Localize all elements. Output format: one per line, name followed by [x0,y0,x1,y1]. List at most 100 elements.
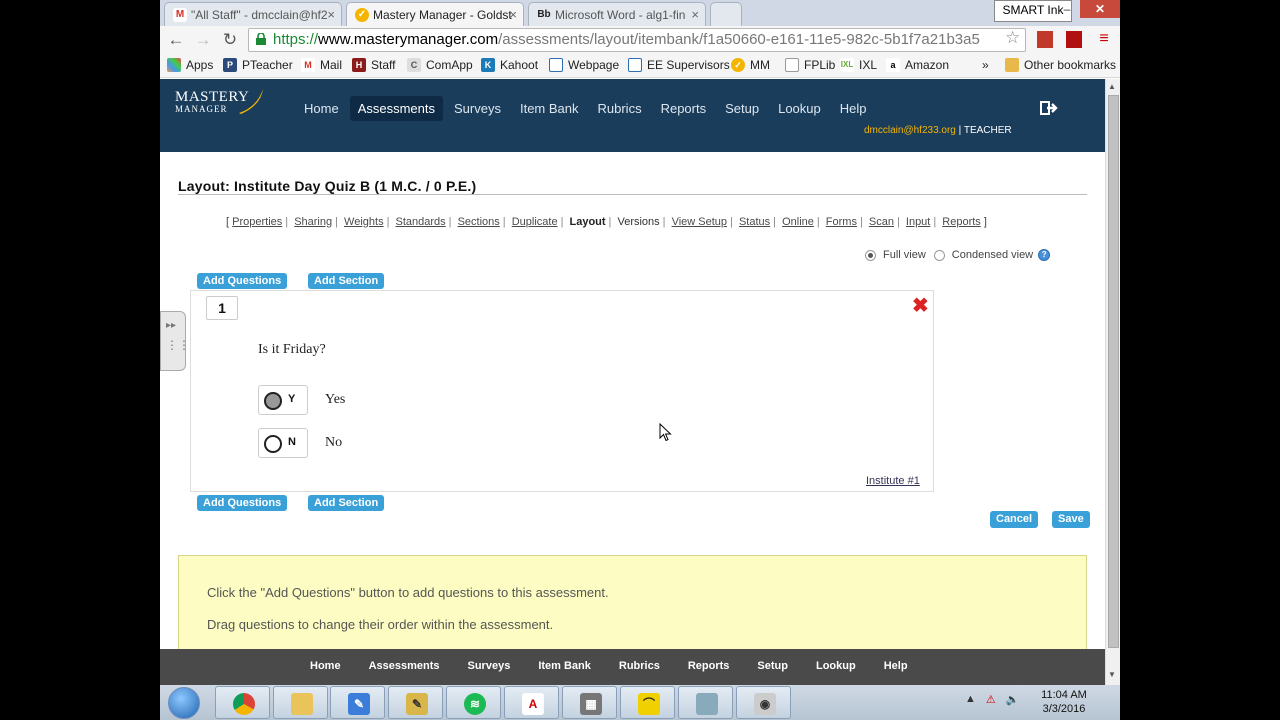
subnav-properties[interactable]: Properties [232,216,282,228]
help-icon[interactable]: ? [1038,249,1051,261]
side-panel-handle[interactable]: ▸▸ ⋮⋮ [160,311,190,371]
vertical-scrollbar[interactable]: ▲ ▼ [1105,79,1120,685]
nav-setup[interactable]: Setup [717,96,767,121]
taskbar-spotify[interactable]: ≋ [446,686,501,719]
tab-mastery-manager[interactable]: ✓ Mastery Manager - Goldst × [346,2,524,26]
bookmark-comapp[interactable]: C ComApp [407,58,473,72]
taskbar-smart[interactable]: ✎ [388,686,443,719]
network-icon[interactable]: ⚠ [986,693,996,706]
tab-all-staff[interactable]: M "All Staff" - dmcclain@hf2 × [164,2,342,26]
bookmark-ixl[interactable]: IXL IXL [840,58,877,72]
start-button[interactable] [168,687,200,719]
subnav-input[interactable]: Input [906,216,930,228]
other-bookmarks[interactable]: Other bookmarks [1005,58,1116,72]
address-bar[interactable]: https://www.masterymanager.com/assessmen… [248,28,1026,52]
taskbar-camera[interactable]: ◉ [736,686,791,719]
taskbar-acrobat[interactable]: A [504,686,559,719]
back-icon[interactable]: ← [166,30,186,50]
footer-reports[interactable]: Reports [688,660,730,672]
nav-rubrics[interactable]: Rubrics [590,96,650,121]
user-email[interactable]: dmcclain@hf233.org [864,125,956,136]
close-icon[interactable]: × [509,7,517,22]
taskbar-chrome[interactable] [215,686,270,719]
nav-assessments[interactable]: Assessments [349,96,443,121]
question-card[interactable]: 1 ✖ Is it Friday? Y Yes N No Institute #… [190,290,934,492]
reload-icon[interactable]: ↻ [220,30,240,50]
cancel-button[interactable]: Cancel [990,511,1039,528]
scroll-down-icon[interactable]: ▼ [1108,670,1116,679]
bookmark-webpage[interactable]: Webpage [549,58,619,72]
add-section-button-bottom[interactable]: Add Section [308,495,385,511]
forward-icon[interactable]: → [193,30,213,50]
choice-y[interactable]: Y [258,385,308,415]
full-view-radio[interactable] [865,249,876,261]
window-close-button[interactable]: ✕ [1080,0,1120,18]
add-questions-button-top[interactable]: Add Questions [197,273,288,289]
subnav-forms[interactable]: Forms [826,216,857,228]
bookmarks-overflow[interactable]: » [982,58,989,72]
menu-icon[interactable]: ≡ [1096,31,1112,48]
condensed-view-radio[interactable] [933,249,945,261]
scrollbar-thumb[interactable] [1108,95,1119,648]
subnav-duplicate[interactable]: Duplicate [512,216,558,228]
bookmark-ee-supervisors[interactable]: EE Supervisors [628,58,730,72]
nav-lookup[interactable]: Lookup [770,96,829,121]
bookmark-apps[interactable]: Apps [167,58,213,72]
tab-word-doc[interactable]: Bb Microsoft Word - alg1-fin × [528,2,706,26]
footer-rubrics[interactable]: Rubrics [619,660,660,672]
bookmark-star-icon[interactable]: ☆ [1005,28,1020,48]
bookmark-staff[interactable]: H Staff [352,58,395,72]
footer-assessments[interactable]: Assessments [369,660,440,672]
taskbar-notebook[interactable]: ✎ [330,686,385,719]
nav-surveys[interactable]: Surveys [446,96,509,121]
nav-reports[interactable]: Reports [653,96,715,121]
volume-icon[interactable]: 🔈 [1006,693,1020,706]
footer-setup[interactable]: Setup [757,660,788,672]
footer-help[interactable]: Help [884,660,908,672]
nav-home[interactable]: Home [296,96,347,121]
subnav-reports[interactable]: Reports [942,216,981,228]
acrobat-extension-icon[interactable] [1066,31,1082,48]
question-source-link[interactable]: Institute #1 [866,475,920,487]
bookmark-kahoot[interactable]: K Kahoot [481,58,538,72]
extension-red-icon[interactable] [1037,31,1053,48]
nav-item-bank[interactable]: Item Bank [512,96,587,121]
bookmark-pteacher[interactable]: P PTeacher [223,58,293,72]
subnav-standards[interactable]: Standards [396,216,446,228]
add-section-button-top[interactable]: Add Section [308,273,385,289]
footer-surveys[interactable]: Surveys [468,660,511,672]
footer-lookup[interactable]: Lookup [816,660,856,672]
new-tab-button[interactable] [710,2,742,26]
save-button[interactable]: Save [1052,511,1090,528]
minimize-button[interactable]: – [1054,0,1080,18]
delete-question-icon[interactable]: ✖ [912,293,929,318]
subnav-status[interactable]: Status [739,216,770,228]
footer-home[interactable]: Home [310,660,341,672]
mastery-manager-logo[interactable]: MASTERY MANAGER [175,89,263,114]
subnav-scan[interactable]: Scan [869,216,894,228]
subnav-sections[interactable]: Sections [458,216,500,228]
subnav-versions[interactable]: Versions [617,216,659,228]
footer-item-bank[interactable]: Item Bank [538,660,591,672]
logout-icon[interactable] [1040,100,1058,116]
nav-help[interactable]: Help [832,96,875,121]
subnav-view-setup[interactable]: View Setup [672,216,727,228]
taskbar-calculator[interactable]: ▦ [562,686,617,719]
bookmark-amazon[interactable]: a Amazon [886,58,949,72]
close-icon[interactable]: × [327,7,335,22]
taskbar-paint[interactable] [678,686,733,719]
close-icon[interactable]: × [691,7,699,22]
bookmark-mm[interactable]: ✓ MM [731,58,770,72]
taskbar-geogebra[interactable]: ⌒ [620,686,675,719]
clock[interactable]: 11:04 AM 3/3/2016 [1036,688,1092,716]
bookmark-mail[interactable]: M Mail [301,58,342,72]
choice-n[interactable]: N [258,428,308,458]
add-questions-button-bottom[interactable]: Add Questions [197,495,288,511]
subnav-online[interactable]: Online [782,216,814,228]
bookmark-fplib[interactable]: FPLib [785,58,835,72]
tray-expand-icon[interactable]: ▲ [965,693,976,706]
taskbar-explorer[interactable] [273,686,328,719]
subnav-weights[interactable]: Weights [344,216,384,228]
subnav-sharing[interactable]: Sharing [294,216,332,228]
scroll-up-icon[interactable]: ▲ [1108,82,1116,91]
